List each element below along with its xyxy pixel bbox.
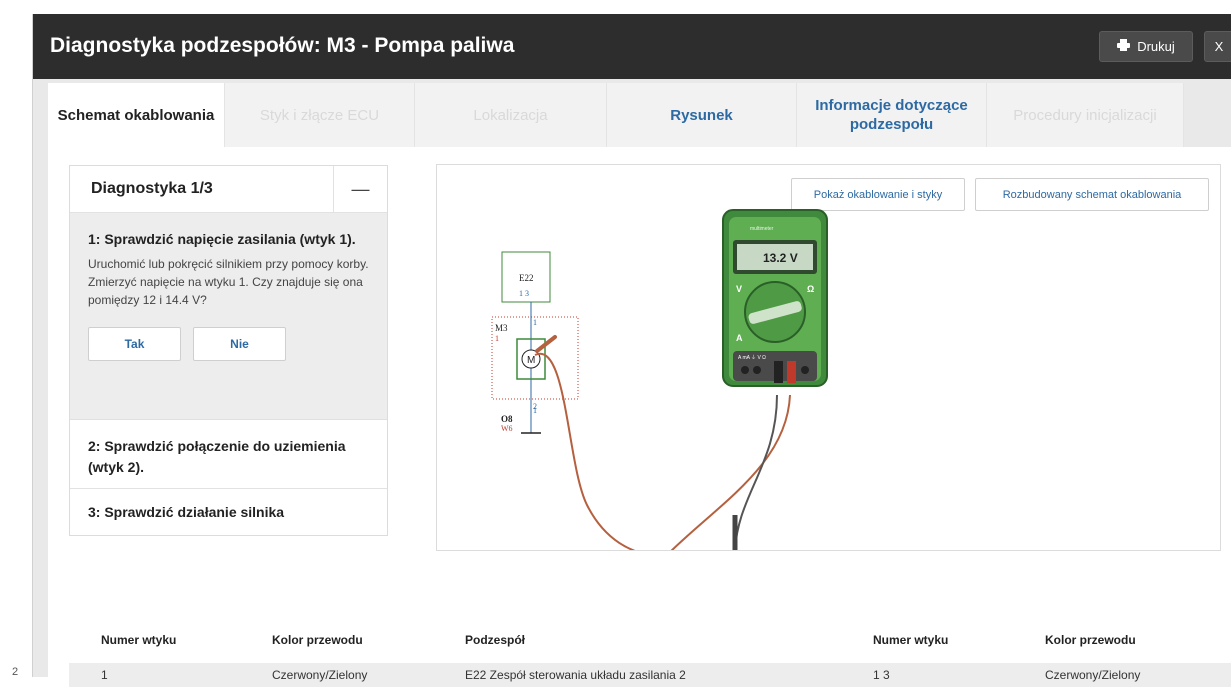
motor-housing [516, 338, 546, 380]
step-1-instructions: Uruchomić lub pokręcić silnikiem przy po… [88, 257, 369, 307]
column-header: Numer wtyku [101, 633, 177, 647]
column-header: Podzespół [465, 633, 526, 647]
column-header: Numer wtyku [873, 633, 949, 647]
close-button[interactable]: X [1204, 31, 1231, 62]
m3-side-mark: 1 [495, 334, 499, 343]
meter-jacks: A mA ⏚ V Ω [738, 354, 766, 361]
print-button[interactable]: Drukuj [1099, 31, 1193, 62]
show-wiring-button[interactable]: Pokaż okablowanie i styky [791, 178, 965, 211]
tab-content: Diagnostyka 1/3 — 1: Sprawdzić napięcie … [48, 147, 1231, 687]
tab-initialization-procedures[interactable]: Procedury inicjalizacji [987, 83, 1184, 147]
wiring-diagram: E22 1 3 M3 1 1 2 M O8 W6 1 multimeter 13… [491, 209, 828, 550]
table-row[interactable]: 1 Czerwony/Zielony E22 Zespół sterowania… [69, 663, 1231, 687]
answer-buttons: Tak Nie [88, 327, 369, 361]
table-cell: 1 3 [873, 668, 890, 682]
step-1-title: 1: Sprawdzić napięcie zasilania (wtyk 1)… [88, 231, 356, 247]
diagnostic-step-2[interactable]: 2: Sprawdzić połączenie do uziemienia (w… [70, 420, 387, 489]
multimeter-icon [722, 209, 828, 387]
table-cell: Czerwony/Zielony [1045, 668, 1141, 682]
red-lead-wire [670, 394, 791, 550]
meter-reading: 13.2 V [763, 251, 798, 265]
table-cell: 1 [101, 668, 108, 682]
red-probe-tip [535, 335, 557, 353]
column-header: Kolor przewodu [272, 633, 363, 647]
meter-brand: multimeter [750, 226, 774, 232]
tab-drawing[interactable]: Rysunek [607, 83, 797, 147]
page-number-mark: 2 [12, 666, 19, 678]
diagnostics-panel: Diagnostyka 1/3 — 1: Sprawdzić napięcie … [69, 165, 388, 536]
table-header-row: Numer wtyku Kolor przewodu Podzespół Num… [69, 617, 1231, 663]
diagnostics-header: Diagnostyka 1/3 — [70, 166, 387, 213]
yes-button[interactable]: Tak [88, 327, 181, 361]
motor-icon [521, 349, 541, 369]
tab-component-info[interactable]: Informacje dotyczące podzespołu [797, 83, 987, 147]
diagnostic-step-3[interactable]: 3: Sprawdzić działanie silnika [70, 489, 387, 520]
tab-location[interactable]: Lokalizacja [415, 83, 607, 147]
tab-wiring-schema[interactable]: Schemat okablowania [48, 83, 225, 147]
meter-dial-ohm: Ω [807, 284, 814, 294]
m3-pin-top: 1 [533, 318, 537, 327]
extended-schema-button[interactable]: Rozbudowany schemat okablowania [975, 178, 1209, 211]
ground-sub: W6 [501, 424, 513, 433]
column-header: Kolor przewodu [1045, 633, 1136, 647]
meter-dial-v: V [736, 284, 742, 294]
diagnostics-title: Diagnostyka 1/3 [91, 180, 213, 197]
e22-label: E22 [519, 273, 534, 283]
component-diagnostics-modal: Diagnostyka podzespołów: M3 - Pompa pali… [33, 14, 1231, 687]
meter-dial-a: A [736, 333, 743, 343]
collapse-button[interactable]: — [333, 166, 387, 212]
wiring-diagram-panel: Pokaż okablowanie i styky Rozbudowany sc… [436, 164, 1221, 551]
black-lead-wire [734, 394, 778, 550]
ground-label: O8 [501, 414, 513, 424]
diagnostic-step-1: 1: Sprawdzić napięcie zasilania (wtyk 1)… [70, 213, 387, 420]
table-cell: E22 Zespół sterowania układu zasilania 2 [465, 668, 686, 682]
tab-bar: Schemat okablowania Styk i złącze ECU Lo… [48, 83, 1184, 147]
red-probe-wire [534, 352, 636, 550]
modal-header: Diagnostyka podzespołów: M3 - Pompa pali… [33, 14, 1231, 79]
print-label: Drukuj [1137, 39, 1175, 54]
modal-title: Diagnostyka podzespołów: M3 - Pompa pali… [50, 34, 515, 57]
e22-box [501, 251, 551, 303]
printer-icon [1117, 39, 1131, 54]
m3-pin-bottom: 2 [533, 402, 537, 411]
m3-label: M3 [495, 323, 508, 333]
table-cell: Czerwony/Zielony [272, 668, 368, 682]
m3-box [491, 316, 579, 400]
tab-ecu-pins[interactable]: Styk i złącze ECU [225, 83, 415, 147]
e22-pins: 1 3 [519, 289, 529, 298]
motor-symbol: M [527, 355, 535, 366]
ground-pin: 1 [533, 406, 537, 415]
no-button[interactable]: Nie [193, 327, 286, 361]
